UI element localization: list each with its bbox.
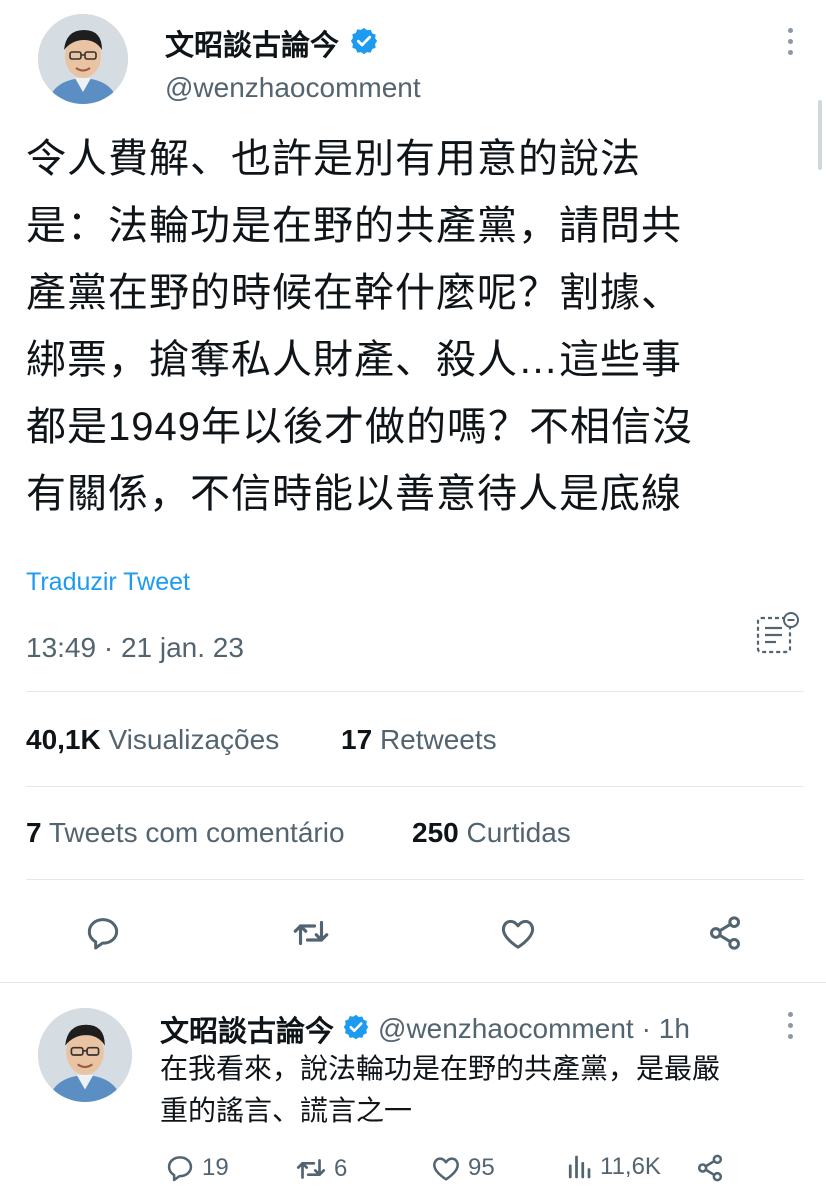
- author-handle[interactable]: @wenzhaocomment: [165, 72, 421, 104]
- reply-views-button[interactable]: 11,6K: [564, 1152, 661, 1182]
- reply-share-button[interactable]: [694, 1152, 726, 1184]
- reply-text: 在我看來，說法輪功是在野的共產黨，是最嚴 重的謠言、謊言之一: [160, 1048, 810, 1132]
- reply-author-name[interactable]: 文昭談古論今: [160, 1008, 334, 1050]
- likes-label: Curtidas: [466, 817, 571, 848]
- reply-like-count: 95: [468, 1154, 495, 1181]
- like-icon: [501, 919, 535, 949]
- retweets-label: Retweets: [379, 724, 497, 755]
- author-name[interactable]: 文昭談古論今: [165, 22, 339, 64]
- likes-stat[interactable]: 250 Curtidas: [412, 817, 571, 849]
- more-vertical-icon[interactable]: [780, 1012, 800, 1039]
- reply-reply-button[interactable]: 19: [164, 1152, 229, 1184]
- quotes-count: 7: [26, 817, 42, 848]
- quotes-stat[interactable]: 7 Tweets com comentário: [26, 817, 345, 849]
- tweet-timestamp[interactable]: 13:49 · 21 jan. 23: [26, 632, 244, 664]
- tweet-text-line: 令人費解、也許是別有用意的說法: [26, 137, 641, 181]
- reply-retweet-count: 6: [334, 1155, 348, 1182]
- reply-author-avatar[interactable]: [38, 1008, 132, 1102]
- tweet-text-line: 有關係，不信時能以善意待人是底線: [26, 472, 682, 516]
- reply-icon: [87, 918, 119, 950]
- views-icon: [568, 1155, 591, 1179]
- reply-text-line: 在我看來，說法輪功是在野的共產黨，是最嚴: [160, 1053, 721, 1084]
- reply-like-button[interactable]: 95: [430, 1152, 495, 1184]
- retweets-count: 17: [341, 724, 373, 755]
- views-label: Visualizações: [108, 724, 280, 755]
- scrollbar[interactable]: [818, 100, 822, 170]
- reply-text-line: 重的謠言、謊言之一: [160, 1095, 413, 1126]
- divider: [26, 786, 804, 787]
- like-button[interactable]: [493, 908, 543, 958]
- share-icon: [710, 916, 740, 950]
- share-button[interactable]: [700, 908, 750, 958]
- views-count: 40,1K: [26, 724, 101, 755]
- translate-link[interactable]: Traduzir Tweet: [26, 568, 190, 597]
- tweet-text-line: 都是1949年以後才做的嗎？不相信沒: [26, 405, 693, 449]
- reply-icon: [167, 1156, 193, 1182]
- more-vertical-icon[interactable]: [780, 28, 800, 55]
- tweet-text-line: 綁票，搶奪私人財產、殺人…這些事: [26, 338, 682, 382]
- views-stat: 40,1K Visualizações: [26, 724, 279, 756]
- divider: [0, 982, 826, 983]
- verified-badge-icon: [342, 1013, 370, 1046]
- verified-badge-icon: [349, 26, 379, 61]
- reply-reply-count: 19: [202, 1154, 229, 1181]
- retweets-stat[interactable]: 17 Retweets: [341, 724, 497, 756]
- reply-author-handle[interactable]: @wenzhaocomment: [378, 1013, 634, 1045]
- retweet-icon: [293, 920, 329, 946]
- divider: [26, 879, 804, 880]
- divider: [26, 691, 804, 692]
- retweet-button[interactable]: [286, 908, 336, 958]
- retweet-icon: [296, 1159, 326, 1179]
- tweet-text-line: 產黨在野的時候在幹什麼呢？割據、: [26, 271, 682, 315]
- notes-icon[interactable]: [752, 608, 802, 658]
- reply-button[interactable]: [78, 908, 128, 958]
- tweet-text-line: 是：法輪功是在野的共產黨，請問共: [26, 204, 682, 248]
- like-icon: [433, 1157, 459, 1181]
- reply-retweet-button[interactable]: 6: [294, 1152, 347, 1186]
- reply-time[interactable]: · 1h: [642, 1013, 690, 1045]
- share-icon: [697, 1154, 723, 1182]
- reply-views-count: 11,6K: [600, 1153, 661, 1180]
- likes-count: 250: [412, 817, 459, 848]
- author-avatar[interactable]: [38, 14, 128, 104]
- quotes-label: Tweets com comentário: [48, 817, 345, 848]
- tweet-text: 令人費解、也許是別有用意的說法 是：法輪功是在野的共產黨，請問共 產黨在野的時候…: [26, 126, 816, 528]
